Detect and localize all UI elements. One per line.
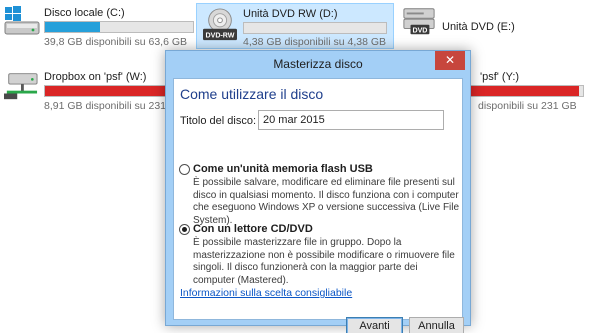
dialog-title: Masterizza disco: [273, 57, 363, 71]
option-cd-dvd-player[interactable]: Con un lettore CD/DVD È possibile master…: [179, 223, 459, 286]
option-usb-flash[interactable]: Come un'unità memoria flash USB È possib…: [179, 163, 459, 226]
radio-usb-flash[interactable]: [179, 164, 190, 175]
option-cd-dvd-player-description: È possibile masterizzare file in gruppo.…: [193, 237, 455, 286]
dvd-rw-icon-label: DVD-RW: [206, 31, 235, 39]
drive-d-name: Unità DVD RW (D:): [243, 8, 338, 20]
windows-drive-icon: [4, 6, 40, 35]
dvd-icon-label: DVD: [412, 26, 427, 34]
drive-y[interactable]: 'psf' (Y:) disponibili su 231 GB: [470, 68, 610, 113]
drive-c-usage-fill: [45, 22, 100, 32]
disc-title-label: Titolo del disco:: [180, 115, 257, 127]
drive-w-space: 8,91 GB disponibili su 231 GB: [44, 100, 185, 112]
option-usb-flash-description: È possibile salvare, modificare ed elimi…: [193, 177, 460, 226]
dialog-content: Come utilizzare il disco Titolo del disc…: [173, 78, 464, 333]
burn-disc-dialog: Masterizza disco ✕ Come utilizzare il di…: [165, 50, 471, 333]
drive-c-space: 39,8 GB disponibili su 63,6 GB: [44, 36, 188, 48]
drive-y-usage-bar: [470, 85, 584, 97]
drive-c-usage-bar: [44, 21, 194, 33]
drive-y-usage-fill: [471, 86, 579, 96]
dialog-titlebar[interactable]: Masterizza disco ✕: [166, 51, 470, 78]
drive-w-usage-bar: [44, 85, 184, 97]
cancel-button[interactable]: Annulla: [409, 317, 464, 333]
next-button[interactable]: Avanti: [346, 317, 403, 333]
drive-d[interactable]: DVD-RW Unità DVD RW (D:) 4,38 GB disponi…: [196, 3, 394, 49]
network-drive-icon: [4, 73, 38, 100]
drive-c-name: Disco locale (C:): [44, 7, 125, 19]
drive-e-name: Unità DVD (E:): [442, 21, 515, 33]
dvd-rw-drive-icon: DVD-RW: [203, 8, 237, 41]
close-button[interactable]: ✕: [435, 51, 465, 70]
disc-title-input[interactable]: [258, 110, 444, 130]
dvd-drive-icon: DVD: [403, 8, 435, 34]
drive-c[interactable]: Disco locale (C:) 39,8 GB disponibili su…: [2, 4, 202, 49]
drive-w[interactable]: Dropbox on 'psf' (W:) 8,91 GB disponibil…: [2, 68, 184, 113]
drive-w-usage-fill: [45, 86, 178, 96]
radio-cd-dvd-player[interactable]: [179, 224, 190, 235]
dialog-heading: Come utilizzare il disco: [180, 86, 324, 102]
drive-e[interactable]: DVD Unità DVD (E:): [400, 4, 600, 49]
drive-w-name: Dropbox on 'psf' (W:): [44, 71, 147, 83]
help-link[interactable]: Informazioni sulla scelta consigliabile: [180, 287, 352, 299]
drive-y-name: 'psf' (Y:): [480, 71, 520, 83]
close-icon: ✕: [444, 53, 456, 67]
drive-d-space: 4,38 GB disponibili su 4,38 GB: [243, 36, 387, 48]
option-cd-dvd-player-title: Con un lettore CD/DVD: [193, 223, 313, 235]
option-usb-flash-title: Come un'unità memoria flash USB: [193, 163, 373, 175]
drive-d-usage-bar: [243, 22, 387, 34]
drive-y-space: disponibili su 231 GB: [478, 100, 577, 112]
